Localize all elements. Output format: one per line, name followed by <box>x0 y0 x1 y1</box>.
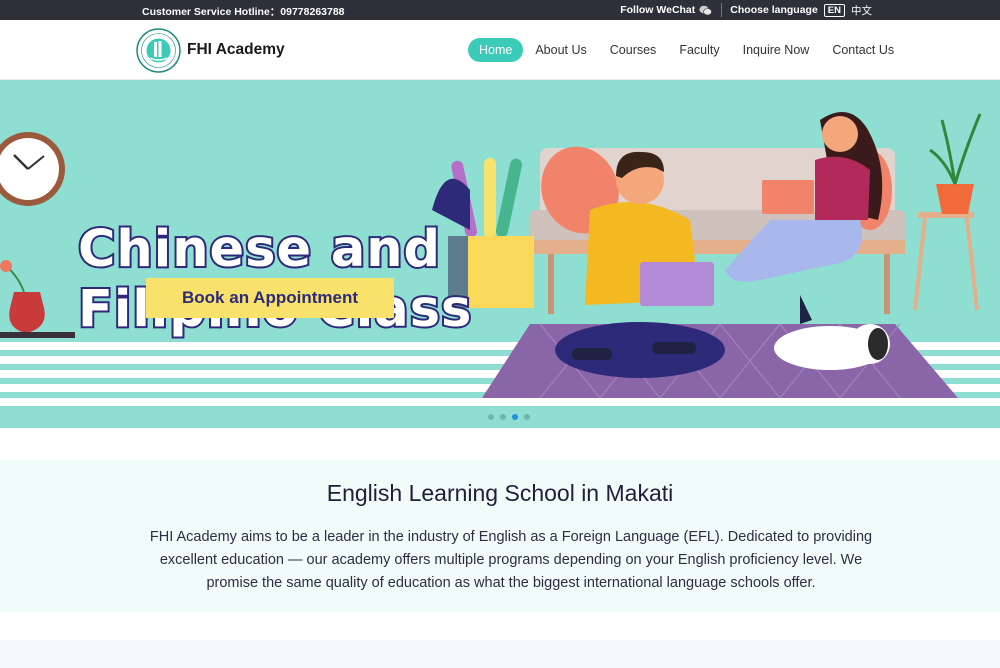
nav-courses[interactable]: Courses <box>599 38 668 62</box>
headline-line-1: Chinese and <box>76 218 442 281</box>
carousel-dots <box>488 414 530 420</box>
language-zh-option[interactable]: 中文 <box>851 3 872 18</box>
carousel-dot-3[interactable] <box>512 414 518 420</box>
intro-body: FHI Academy aims to be a leader in the i… <box>149 529 873 591</box>
follow-wechat-label: Follow WeChat <box>620 4 696 16</box>
top-bar: Customer Service Hotline：09778263788 Fol… <box>0 0 1000 20</box>
language-en-option[interactable]: EN <box>823 3 845 17</box>
carousel-dot-2[interactable] <box>500 414 506 420</box>
wechat-icon <box>699 5 713 15</box>
next-section-strip <box>0 640 1000 668</box>
nav-faculty[interactable]: Faculty <box>668 38 730 62</box>
hotline-text: Customer Service Hotline：09778263788 <box>142 6 345 18</box>
hero-banner[interactable]: Chinese and Filipino Class <box>0 80 1000 428</box>
clock-icon <box>0 132 65 206</box>
intro-section: English Learning School in Makati FHI Ac… <box>0 460 1000 612</box>
carousel-dot-1[interactable] <box>488 414 494 420</box>
book-appointment-button[interactable]: Book an Appointment <box>146 278 394 318</box>
nav-inquire-now[interactable]: Inquire Now <box>732 38 821 62</box>
nav-about-us[interactable]: About Us <box>524 38 597 62</box>
site-header: FHI Academy Home About Us Courses Facult… <box>0 20 1000 80</box>
top-bar-right: Follow WeChat Choose language EN 中文 <box>620 2 872 18</box>
carousel-dot-4[interactable] <box>524 414 530 420</box>
language-selector: Choose language EN 中文 <box>730 3 872 18</box>
choose-language-label: Choose language <box>730 4 818 16</box>
intro-title: English Learning School in Makati <box>326 480 674 506</box>
main-nav: Home About Us Courses Faculty Inquire No… <box>468 38 906 62</box>
follow-wechat-link[interactable]: Follow WeChat <box>620 3 723 17</box>
nav-contact-us[interactable]: Contact Us <box>821 38 905 62</box>
brand-name[interactable]: FHI Academy <box>187 41 285 59</box>
nav-home[interactable]: Home <box>468 38 524 62</box>
fhi-logo-icon[interactable] <box>136 28 181 73</box>
